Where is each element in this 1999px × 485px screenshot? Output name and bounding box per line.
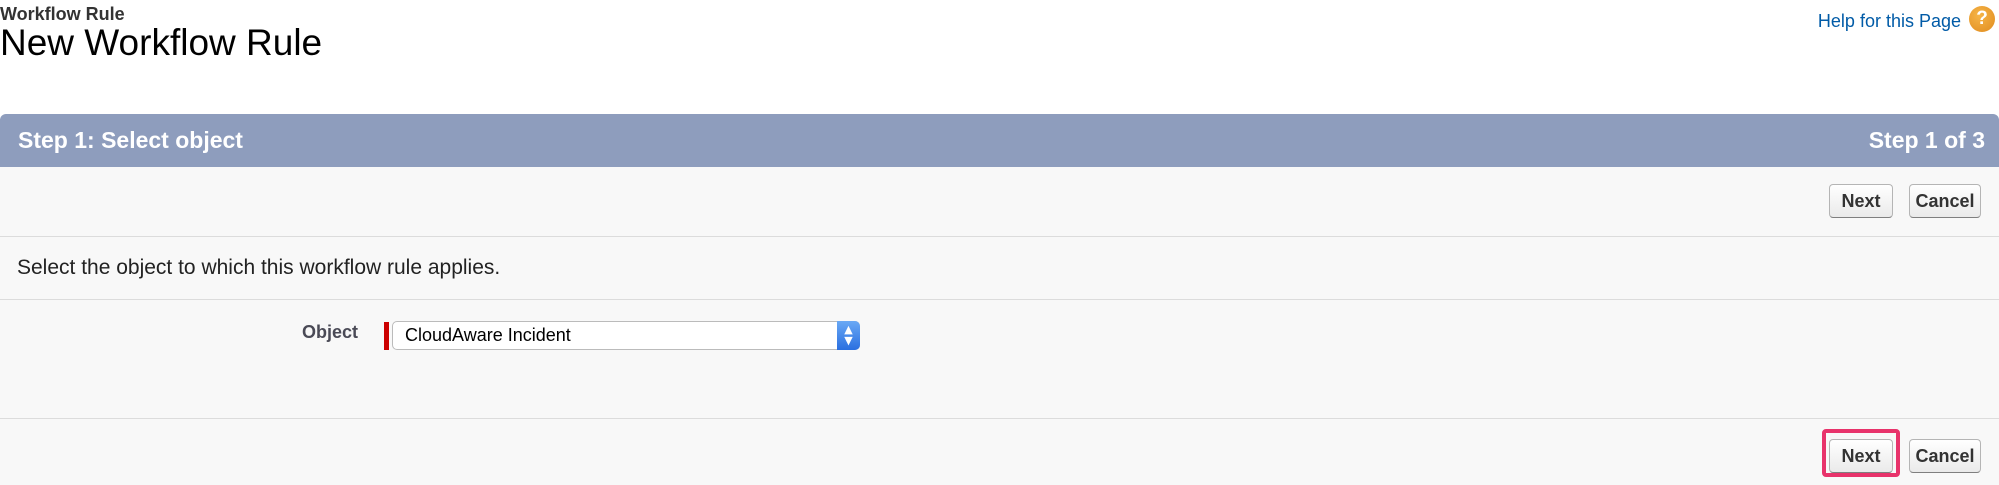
required-indicator [384,322,389,350]
next-button-top[interactable]: Next [1829,184,1893,218]
chevron-up-down-icon[interactable]: ▲ ▼ [837,321,860,350]
instruction-text: Select the object to which this workflow… [17,256,501,279]
instruction-row: Select the object to which this workflow… [0,237,1999,300]
next-button-bottom[interactable]: Next [1829,439,1893,473]
cancel-button-top[interactable]: Cancel [1909,184,1981,218]
page-title: New Workflow Rule [0,22,323,63]
object-select-value: CloudAware Incident [405,325,571,345]
help-icon[interactable]: ? [1969,6,1995,32]
page-header: Workflow Rule New Workflow Rule Help for… [0,0,1999,110]
bottom-button-row: Next Cancel [0,419,1999,485]
object-label: Object [301,322,358,342]
cancel-button-bottom[interactable]: Cancel [1909,439,1981,473]
step-count: Step 1 of 3 [1868,127,1985,153]
help-link[interactable]: Help for this Page [1818,11,1961,32]
object-select[interactable]: CloudAware Incident ▲ ▼ [392,321,860,350]
step-title: Step 1: Select object [18,127,243,153]
top-button-row: Next Cancel [0,167,1999,237]
step-header-bar: Step 1: Select object Step 1 of 3 [0,114,1999,167]
object-field-row: Object CloudAware Incident ▲ ▼ [0,300,1999,419]
step-panel: Next Cancel Select the object to which t… [0,167,1999,485]
